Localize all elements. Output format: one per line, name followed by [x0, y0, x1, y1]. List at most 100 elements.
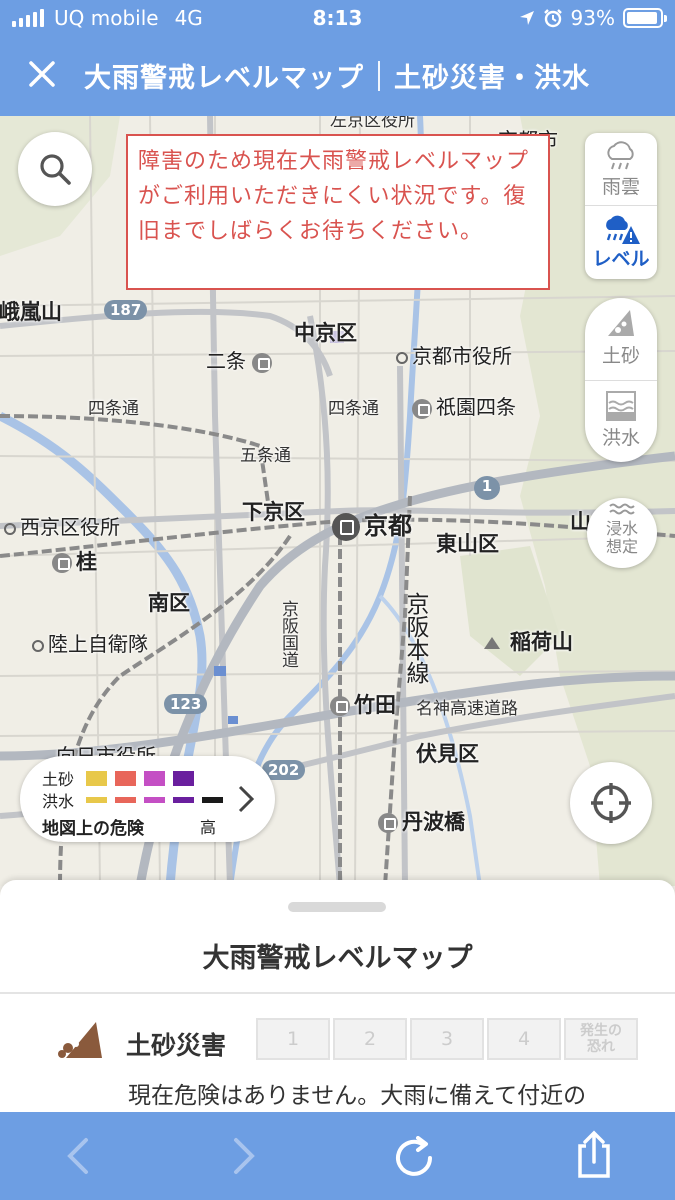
level-toggle[interactable]: レベル: [585, 205, 657, 277]
inariyama-name: 稲荷山: [510, 630, 573, 654]
back-icon[interactable]: [64, 1136, 94, 1176]
station-icon: [332, 513, 360, 541]
level-occurrence-line2: 恐れ: [587, 1039, 615, 1055]
outage-notice: 障害のため現在大雨警戒レベルマップがご利用いただきにくい状況です。復旧までしばら…: [126, 134, 550, 290]
station-icon: [378, 813, 398, 833]
label-fushimi: 伏見区: [416, 742, 479, 766]
label-katsura: 桂: [52, 546, 97, 576]
station-icon: [52, 553, 72, 573]
flood-toggle[interactable]: 洪水: [585, 380, 657, 462]
rain-cloud-icon: [607, 141, 634, 170]
close-icon[interactable]: [22, 54, 62, 94]
level-occurrence-line1: 発生の: [580, 1023, 622, 1039]
level-label: レベル: [592, 248, 650, 270]
level-scale: 1 2 3 4 発生の 恐れ: [256, 1018, 638, 1060]
label-keihan-line: 京阪本線: [402, 592, 428, 684]
legend-landslide-row: 土砂: [42, 766, 198, 790]
rain-cloud-label: 雨雲: [601, 176, 640, 198]
hazard-label: 土砂災害: [126, 1031, 227, 1060]
level-2: 2: [333, 1018, 407, 1060]
layer-control-hazard: 土砂 洪水: [585, 298, 657, 462]
flood-icon: [606, 391, 636, 421]
browser-toolbar: [0, 1112, 675, 1200]
swatch: [144, 770, 165, 786]
swatch: [144, 797, 165, 803]
inundation-label-2: 想定: [605, 537, 638, 556]
legend-flood-label: 洪水: [42, 792, 75, 811]
swatch: [86, 770, 107, 786]
flood-label: 洪水: [601, 427, 640, 449]
divider: [0, 992, 675, 994]
route-1-shield: 1: [474, 476, 500, 500]
tanbabashi-name: 丹波橋: [402, 810, 465, 834]
reload-icon[interactable]: [392, 1136, 440, 1180]
current-location-button[interactable]: [570, 762, 652, 844]
landslide-icon: [608, 310, 634, 336]
status-bar: UQ mobile 4G 8:13 93%: [0, 0, 675, 36]
label-takeda: 竹田: [330, 689, 396, 719]
landslide-toggle[interactable]: 土砂: [585, 298, 657, 380]
gion-shijo-name: 祇園四条: [436, 395, 516, 419]
search-icon: [40, 154, 71, 185]
inundation-label-1: 浸水: [605, 519, 638, 538]
sheet-title: 大雨警戒レベルマップ: [202, 943, 473, 974]
swatch: [202, 797, 223, 803]
alarm-icon: [543, 9, 562, 28]
nijo-name: 二条: [206, 349, 246, 373]
map-view[interactable]: 左京区役所 京都市 嵯峨嵐山 中京区 二条 京都市役所 四条通 四条通 祇園四条…: [0, 116, 675, 886]
poi-dot-icon: [4, 522, 16, 535]
bottom-sheet[interactable]: 大雨警戒レベルマップ 土砂災害 1 2 3 4 発生の 恐れ 現在危険はありませ…: [0, 880, 675, 1112]
label-meishin: 名神高速道路: [416, 699, 518, 719]
mountain-icon: [484, 637, 500, 649]
legend-high-label: 高: [200, 818, 217, 837]
label-shimogyo: 下京区: [242, 500, 305, 524]
map-subtitle: 土砂災害・洪水: [394, 63, 590, 94]
takeda-name: 竹田: [354, 693, 396, 717]
label-sakyo-office: 左京区役所: [330, 116, 415, 131]
label-nishikyo-office: 西京区役所: [4, 511, 120, 540]
station-icon: [252, 352, 272, 373]
level-4: 4: [487, 1018, 561, 1060]
rain-warning-icon: [606, 215, 640, 244]
title-separator: [378, 60, 380, 91]
wave-icon: [609, 503, 635, 515]
swatch: [115, 797, 136, 803]
label-higashiyama: 東山区: [436, 532, 499, 556]
label-jsdf: 陸上自衛隊: [32, 628, 148, 657]
label-shijo-dori-west: 四条通: [88, 399, 139, 419]
sheet-drag-handle[interactable]: [288, 902, 386, 912]
rain-cloud-toggle[interactable]: 雨雲: [585, 133, 657, 205]
swatch: [115, 770, 136, 786]
share-icon[interactable]: [574, 1130, 614, 1180]
crosshair-icon: [591, 783, 631, 823]
hazard-status-text: 現在危険はありません。大雨に備えて付近の: [128, 1083, 587, 1109]
battery-icon: [623, 8, 667, 28]
label-inariyama: 稲荷山: [484, 626, 573, 656]
map-title: 大雨警戒レベルマップ: [84, 63, 364, 94]
search-button[interactable]: [18, 132, 92, 206]
label-nijo: 二条: [206, 345, 276, 374]
location-arrow-icon: [519, 11, 534, 25]
level-occurrence: 発生の 恐れ: [564, 1018, 638, 1060]
label-gojo-dori: 五条通: [240, 446, 291, 466]
landslide-label: 土砂: [601, 345, 640, 367]
nishikyo-office-name: 西京区役所: [20, 515, 120, 539]
level-3: 3: [410, 1018, 484, 1060]
label-kyohan-kokudo: 京阪国道: [278, 600, 298, 668]
inundation-toggle[interactable]: 浸水 想定: [587, 498, 657, 568]
forward-icon[interactable]: [228, 1136, 258, 1176]
hazard-legend[interactable]: 土砂 洪水 地図上の危険 高: [20, 756, 275, 842]
route-187-shield: 187: [104, 300, 148, 320]
landslide-hazard-icon: [58, 1022, 102, 1058]
label-nakagyo: 中京区: [294, 321, 357, 345]
station-icon: [330, 696, 350, 716]
route-123-shield: 123: [164, 694, 208, 714]
layer-control-weather: 雨雲 レベル: [585, 133, 657, 279]
poi-dot-icon: [32, 639, 44, 652]
label-tanbabashi: 丹波橋: [378, 806, 465, 836]
jsdf-name: 陸上自衛隊: [48, 632, 148, 656]
legend-danger-label: 地図上の危険: [42, 819, 144, 839]
label-kyoto-station: 京都: [332, 506, 412, 541]
swatch: [173, 770, 194, 786]
kyoto-station-name: 京都: [364, 512, 412, 540]
